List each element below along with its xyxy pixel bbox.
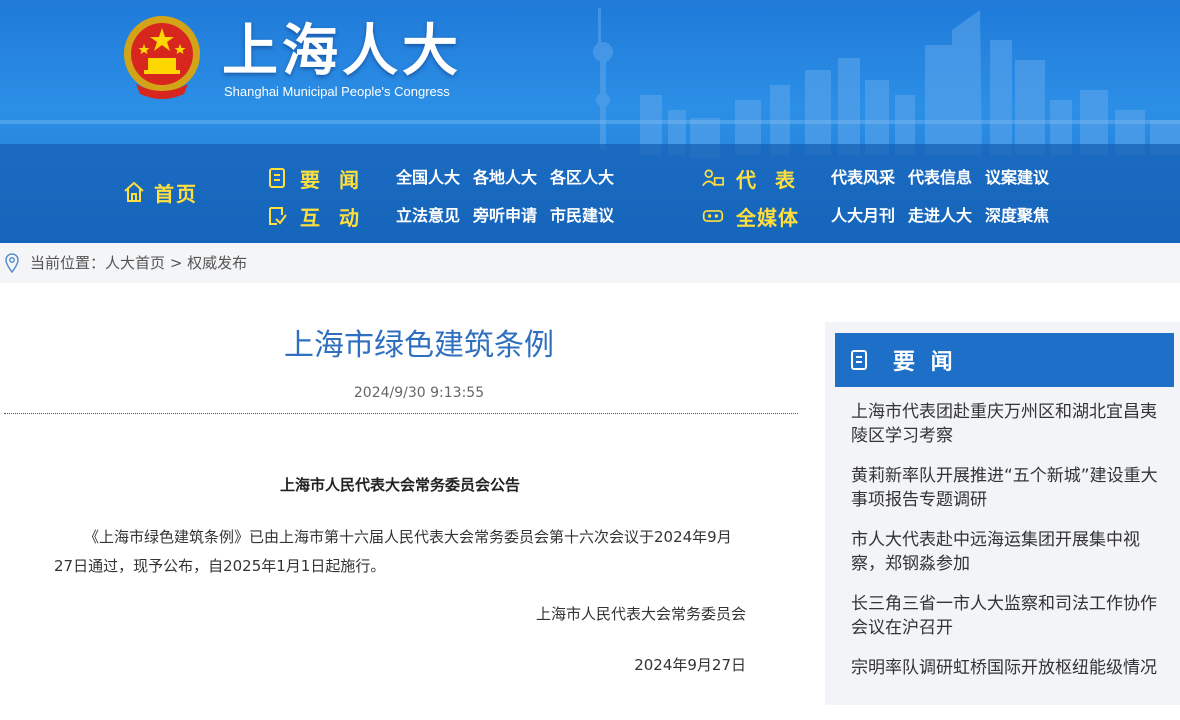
nav-link-national-npc[interactable]: 全国人大 <box>396 165 460 191</box>
sidebar-news-list: 上海市代表团赴重庆万州区和湖北宜昌夷陵区学习考察 黄莉新率队开展推进“五个新城”… <box>851 400 1163 720</box>
nav-link-motions[interactable]: 议案建议 <box>985 165 1049 191</box>
breadcrumb-separator: > <box>169 254 183 272</box>
breadcrumb-item-home[interactable]: 人大首页 <box>105 254 165 272</box>
article-datetime: 2024/9/30 9:13:55 <box>353 385 485 401</box>
nav-group-title: 要 闻 <box>300 167 365 192</box>
site-subtitle: Shanghai Municipal People's Congress <box>224 84 450 99</box>
news-item[interactable]: 黄莉新率队开展推进“五个新城”建设重大事项报告专题调研 <box>851 464 1163 528</box>
nav-group-title: 代 表 <box>736 167 801 192</box>
nav-group-hudong[interactable]: 互 动 <box>266 203 365 230</box>
breadcrumb-item-current[interactable]: 权威发布 <box>187 254 247 272</box>
nav-link-legislative-opinion[interactable]: 立法意见 <box>396 203 460 229</box>
nav-home[interactable]: 首页 <box>122 178 198 206</box>
sidebar-header[interactable]: 要 闻 <box>835 333 1174 387</box>
announcement-heading: 上海市人民代表大会常务委员会公告 <box>279 476 520 494</box>
nav-group-quanmeiti[interactable]: 全媒体 <box>702 203 799 230</box>
news-icon <box>849 349 871 371</box>
deputies-icon <box>702 167 724 189</box>
news-item[interactable]: 长三角三省一市人大监察和司法工作协作会议在沪召开 <box>851 592 1163 656</box>
nav-home-label: 首页 <box>154 181 198 206</box>
media-icon <box>702 205 724 227</box>
nav-link-monthly[interactable]: 人大月刊 <box>831 203 895 229</box>
nav-group-yaowen[interactable]: 要 闻 <box>266 165 365 192</box>
breadcrumb: 当前位置：人大首页 > 权威发布 <box>30 253 247 273</box>
article-divider <box>4 413 798 414</box>
news-item[interactable]: 宗明率队调研虹桥国际开放枢纽能级情况 <box>851 656 1163 720</box>
announcement-body: 《上海市绿色建筑条例》已由上海市第十六届人民代表大会常务委员会第十六次会议于20… <box>54 528 732 575</box>
announcement-date: 2024年9月27日 <box>634 656 746 674</box>
nav-link-local-npc[interactable]: 各地人大 <box>473 165 537 191</box>
breadcrumb-prefix: 当前位置： <box>30 254 106 272</box>
nav-link-in-depth[interactable]: 深度聚焦 <box>985 203 1049 229</box>
national-emblem-logo <box>124 16 200 99</box>
news-item[interactable]: 市人大代表赴中远海运集团开展集中视察，郑钢淼参加 <box>851 528 1163 592</box>
interaction-icon <box>266 205 288 227</box>
article-title: 上海市绿色建筑条例 <box>284 328 554 363</box>
nav-group-daibiao[interactable]: 代 表 <box>702 165 801 192</box>
nav-link-citizen-suggestion[interactable]: 市民建议 <box>550 203 614 229</box>
nav-link-deputy-info[interactable]: 代表信息 <box>908 165 972 191</box>
nav-link-district-npc[interactable]: 各区人大 <box>550 165 614 191</box>
site-title[interactable]: 上海人大 <box>222 18 462 84</box>
nav-group-title: 互 动 <box>300 205 365 230</box>
news-item[interactable]: 上海市代表团赴重庆万州区和湖北宜昌夷陵区学习考察 <box>851 400 1163 464</box>
news-icon <box>266 167 288 189</box>
nav-group-title: 全媒体 <box>736 205 799 230</box>
nav-link-about-npc[interactable]: 走进人大 <box>908 203 972 229</box>
nav-link-deputy-profile[interactable]: 代表风采 <box>831 165 895 191</box>
sidebar-title: 要 闻 <box>893 350 957 375</box>
announcement-signature: 上海市人民代表大会常务委员会 <box>535 605 746 623</box>
home-icon <box>124 181 144 202</box>
site-header: 上海人大 Shanghai Municipal People's Congres… <box>0 0 1180 243</box>
nav-link-attendance-apply[interactable]: 旁听申请 <box>473 203 537 229</box>
location-pin-icon <box>5 253 19 273</box>
